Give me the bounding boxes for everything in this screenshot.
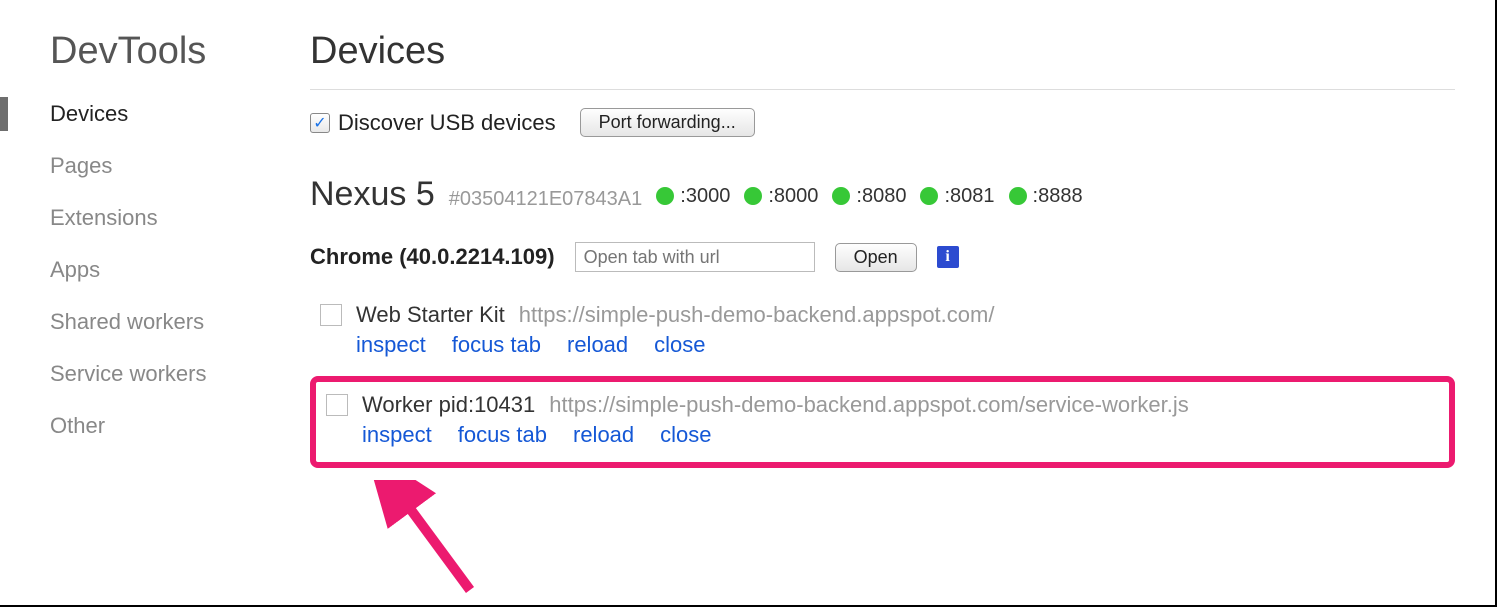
status-dot-icon — [920, 187, 938, 205]
port-label: :8000 — [768, 185, 818, 208]
info-icon[interactable]: i — [937, 246, 959, 268]
close-link[interactable]: close — [654, 332, 705, 358]
port-indicator: :8888 — [1009, 185, 1083, 208]
status-dot-icon — [656, 187, 674, 205]
port-indicator: :3000 — [656, 185, 730, 208]
sidebar-item-other[interactable]: Other — [50, 413, 280, 439]
discover-usb-toggle[interactable]: ✓ Discover USB devices — [310, 110, 556, 136]
sidebar-item-apps[interactable]: Apps — [50, 257, 280, 283]
reload-link[interactable]: reload — [573, 422, 634, 448]
port-forwarding-button[interactable]: Port forwarding... — [580, 108, 755, 137]
favicon-placeholder-icon — [320, 304, 342, 326]
browser-row: Chrome (40.0.2214.109) Open i — [310, 242, 1455, 272]
brand-title: DevTools — [50, 30, 280, 73]
open-tab-url-input[interactable] — [575, 242, 815, 272]
tab-title: Web Starter Kit — [356, 302, 505, 328]
focus-tab-link[interactable]: focus tab — [452, 332, 541, 358]
sidebar-item-devices[interactable]: Devices — [50, 101, 280, 127]
port-label: :3000 — [680, 185, 730, 208]
port-label: :8080 — [856, 185, 906, 208]
checkbox-icon: ✓ — [310, 113, 330, 133]
port-indicator: :8081 — [920, 185, 994, 208]
options-row: ✓ Discover USB devices Port forwarding..… — [310, 108, 1455, 137]
favicon-placeholder-icon — [326, 394, 348, 416]
port-indicator: :8080 — [832, 185, 906, 208]
browser-name: Chrome (40.0.2214.109) — [310, 244, 555, 270]
inspect-link[interactable]: inspect — [362, 422, 432, 448]
device-id: #03504121E07843A1 — [449, 188, 643, 211]
inspect-link[interactable]: inspect — [356, 332, 426, 358]
sidebar-item-shared-workers[interactable]: Shared workers — [50, 309, 280, 335]
status-dot-icon — [832, 187, 850, 205]
sidebar: DevTools Devices Pages Extensions Apps S… — [0, 0, 280, 605]
device-header: Nexus 5 #03504121E07843A1 :3000 :8000 :8… — [310, 175, 1455, 214]
status-dot-icon — [1009, 187, 1027, 205]
focus-tab-link[interactable]: focus tab — [458, 422, 547, 448]
discover-usb-label: Discover USB devices — [338, 110, 556, 136]
reload-link[interactable]: reload — [567, 332, 628, 358]
tab-row: Web Starter Kit https://simple-push-demo… — [310, 292, 1455, 372]
tab-title: Worker pid:10431 — [362, 392, 535, 418]
tab-url: https://simple-push-demo-backend.appspot… — [549, 392, 1189, 418]
page-title: Devices — [310, 30, 1455, 90]
port-label: :8081 — [944, 185, 994, 208]
open-tab-button[interactable]: Open — [835, 243, 917, 272]
device-name: Nexus 5 — [310, 175, 435, 214]
close-link[interactable]: close — [660, 422, 711, 448]
port-label: :8888 — [1033, 185, 1083, 208]
tab-url: https://simple-push-demo-backend.appspot… — [519, 302, 995, 328]
main-content: Devices ✓ Discover USB devices Port forw… — [280, 0, 1495, 605]
sidebar-item-pages[interactable]: Pages — [50, 153, 280, 179]
sidebar-item-extensions[interactable]: Extensions — [50, 205, 280, 231]
port-indicator: :8000 — [744, 185, 818, 208]
status-dot-icon — [744, 187, 762, 205]
tab-row-highlighted: Worker pid:10431 https://simple-push-dem… — [310, 376, 1455, 468]
sidebar-item-service-workers[interactable]: Service workers — [50, 361, 280, 387]
